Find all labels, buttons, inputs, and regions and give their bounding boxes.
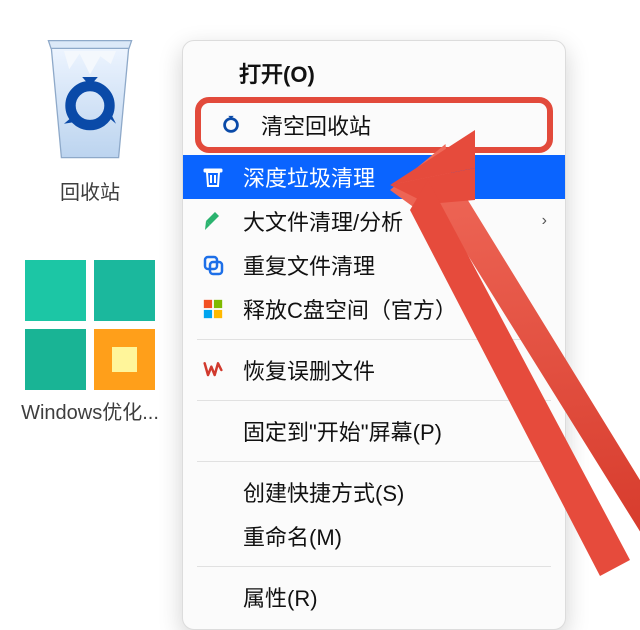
menu-label: 重命名(M) [243, 520, 342, 552]
menu-label: 大文件清理/分析 [243, 205, 403, 237]
menu-separator [197, 566, 551, 567]
menu-separator [197, 339, 551, 340]
windows-optimize-icon [25, 260, 155, 390]
menu-separator [197, 400, 551, 401]
menu-item-big-file-analysis[interactable]: 大文件清理/分析 › [183, 199, 565, 243]
menu-label: 恢复误删文件 [243, 354, 375, 386]
desktop-area: 回收站 Windows优化... 打开(O) 清空回收站 深度垃圾清理 [0, 0, 640, 593]
menu-item-create-shortcut[interactable]: 创建快捷方式(S) [183, 470, 565, 514]
menu-item-deep-clean[interactable]: 深度垃圾清理 [183, 155, 565, 199]
menu-label: 属性(R) [243, 581, 318, 613]
menu-separator [197, 461, 551, 462]
duplicate-icon [199, 251, 227, 279]
wps-icon [199, 356, 227, 384]
chevron-right-icon: › [542, 212, 547, 230]
trash-icon [199, 163, 227, 191]
menu-item-properties[interactable]: 属性(R) [183, 575, 565, 619]
menu-label: 释放C盘空间（官方） [243, 293, 457, 325]
menu-label: 重复文件清理 [243, 249, 375, 281]
menu-label: 固定到"开始"屏幕(P) [243, 415, 442, 447]
menu-label: 清空回收站 [261, 109, 371, 141]
desktop-icon-label: Windows优化... [10, 396, 170, 425]
menu-item-free-c-drive[interactable]: 释放C盘空间（官方） [183, 287, 565, 331]
menu-label: 创建快捷方式(S) [243, 476, 404, 508]
recycle-icon [217, 111, 245, 139]
menu-item-duplicate-clean[interactable]: 重复文件清理 [183, 243, 565, 287]
menu-item-recover-files[interactable]: 恢复误删文件 [183, 348, 565, 392]
context-menu: 打开(O) 清空回收站 深度垃圾清理 大文件清理/分析 › [182, 40, 566, 630]
desktop-icon-label: 回收站 [10, 176, 170, 205]
menu-item-open[interactable]: 打开(O) [183, 51, 565, 95]
menu-label: 深度垃圾清理 [243, 161, 375, 193]
desktop-icon-recycle-bin[interactable]: 回收站 [10, 10, 170, 205]
windows-logo-icon [199, 295, 227, 323]
desktop-icon-windows-optimize[interactable]: Windows优化... [10, 260, 170, 425]
menu-item-pin-to-start[interactable]: 固定到"开始"屏幕(P) [183, 409, 565, 453]
menu-label: 打开(O) [239, 57, 315, 89]
menu-item-rename[interactable]: 重命名(M) [183, 514, 565, 558]
recycle-bin-icon [25, 10, 155, 170]
broom-icon [199, 207, 227, 235]
annotation-highlight-box: 清空回收站 [195, 97, 553, 153]
menu-item-empty-recycle-bin[interactable]: 清空回收站 [201, 103, 547, 147]
